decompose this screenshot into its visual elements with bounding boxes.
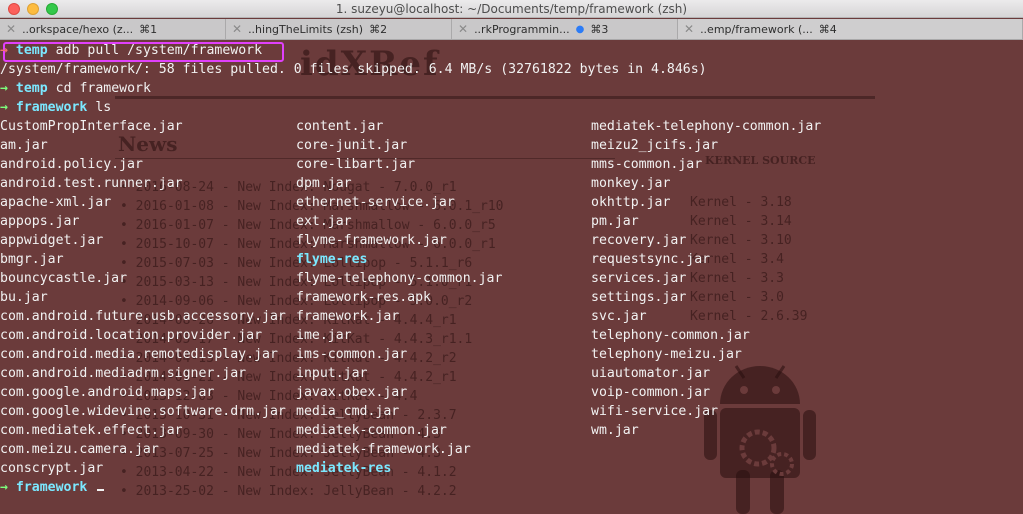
file-entry: wm.jar [591,423,639,438]
file-entry: com.android.mediadrm.signer.jar [0,366,247,381]
tab-shortcut: ⌘4 [818,22,837,36]
file-entry: wifi-service.jar [591,404,719,419]
file-entry: bmgr.jar [0,252,64,267]
file-entry: android.policy.jar [0,157,143,172]
file-entry: settings.jar [591,290,687,305]
file-entry: mediatek-framework.jar [296,442,471,457]
prompt-directory: framework [15,480,88,495]
close-tab-icon[interactable]: ✕ [684,22,694,36]
directory-entry: flyme-res [296,252,368,267]
file-entry: com.google.android.maps.jar [0,385,215,400]
file-entry: mms-common.jar [591,157,703,172]
file-entry: flyme-telephony-common.jar [296,271,503,286]
directory-entry: mediatek-res [296,461,392,476]
output-line: /system/framework/: 58 files pulled. 0 f… [0,62,707,77]
file-entry: com.android.location.provider.jar [0,328,263,343]
tab-label: ..rkProgrammin... [474,22,570,36]
file-entry: ethernet-service.jar [296,195,455,210]
file-entry: framework.jar [296,309,400,324]
prompt-directory: framework [15,100,88,115]
file-entry: core-junit.jar [296,138,408,153]
terminal-output[interactable]: → temp adb pull /system/framework /syste… [0,41,1023,514]
file-entry: okhttp.jar [591,195,671,210]
tab-3[interactable]: ✕ ..rkProgrammin... ● ⌘3 [452,19,678,39]
file-entry: services.jar [591,271,687,286]
tab-label: ..hingTheLimits (zsh) [248,22,364,36]
close-tab-icon[interactable]: ✕ [232,22,242,36]
file-entry: pm.jar [591,214,639,229]
tab-label: ..orkspace/hexo (z... [22,22,134,36]
file-entry: svc.jar [591,309,647,324]
file-entry: voip-common.jar [591,385,711,400]
prompt-arrow-icon: → [0,480,8,495]
activity-dot-icon: ● [575,23,585,35]
file-entry: core-libart.jar [296,157,416,172]
prompt-line: → framework ls [0,98,111,117]
file-entry: com.meizu.camera.jar [0,442,159,457]
file-entry: ime.jar [296,328,352,343]
file-entry: CustomPropInterface.jar [0,119,183,134]
file-entry: com.mediatek.effect.jar [0,423,183,438]
file-entry: telephony-meizu.jar [591,347,742,362]
file-entry: uiautomator.jar [591,366,711,381]
file-entry: mediatek-telephony-common.jar [591,119,822,134]
file-entry: android.test.runner.jar [0,176,183,191]
file-entry: appops.jar [0,214,80,229]
command-text: ls [95,100,112,115]
prompt-line: → temp cd framework [0,79,151,98]
window-title: 1. suzeyu@localhost: ~/Documents/temp/fr… [335,2,688,16]
file-entry: recovery.jar [591,233,687,248]
tab-shortcut: ⌘2 [369,22,388,36]
file-entry: bu.jar [0,290,48,305]
file-entry: content.jar [296,119,384,134]
tab-bar: ✕ ..orkspace/hexo (z... ⌘1 ✕ ..hingTheLi… [0,19,1023,40]
file-entry: com.android.future.usb.accessory.jar [0,309,286,324]
prompt-arrow-icon: → [0,100,8,115]
file-entry: javax.obex.jar [296,385,408,400]
file-entry: dpm.jar [296,176,352,191]
file-entry: am.jar [0,138,48,153]
file-entry: appwidget.jar [0,233,104,248]
tab-label: ..emp/framework (... [700,22,813,36]
prompt-arrow-icon: → [0,43,8,58]
file-entry: ims-common.jar [296,347,408,362]
prompt-arrow-icon: → [0,81,8,96]
command-text: adb pull /system/framework [55,43,263,58]
title-bar: 1. suzeyu@localhost: ~/Documents/temp/fr… [0,0,1023,18]
file-entry: telephony-common.jar [591,328,750,343]
file-entry: monkey.jar [591,176,671,191]
file-entry: media_cmd.jar [296,404,400,419]
tab-shortcut: ⌘3 [590,22,609,36]
close-tab-icon[interactable]: ✕ [6,22,16,36]
close-tab-icon[interactable]: ✕ [458,22,468,36]
file-entry: ext.jar [296,214,352,229]
file-entry: framework-res.apk [296,290,431,305]
file-entry: mediatek-common.jar [296,423,447,438]
command-text: cd framework [55,81,151,96]
prompt-directory: temp [15,43,48,58]
prompt-line: → framework [0,478,105,497]
file-entry: requestsync.jar [591,252,711,267]
file-entry: com.google.widevine.software.drm.jar [0,404,286,419]
file-entry: flyme-framework.jar [296,233,447,248]
tab-2[interactable]: ✕ ..hingTheLimits (zsh) ⌘2 [226,19,452,39]
file-entry: apache-xml.jar [0,195,112,210]
text-cursor [97,489,105,491]
file-entry: bouncycastle.jar [0,271,128,286]
file-entry: input.jar [296,366,368,381]
file-entry: com.android.media.remotedisplay.jar [0,347,278,362]
prompt-directory: temp [15,81,48,96]
tab-shortcut: ⌘1 [139,22,158,36]
tab-1[interactable]: ✕ ..orkspace/hexo (z... ⌘1 [0,19,226,39]
prompt-line: → temp adb pull /system/framework [0,41,262,60]
terminal-window: 1. suzeyu@localhost: ~/Documents/temp/fr… [0,0,1023,514]
file-entry: conscrypt.jar [0,461,104,476]
tab-4[interactable]: ✕ ..emp/framework (... ⌘4 [678,19,1023,39]
file-entry: meizu2_jcifs.jar [591,138,719,153]
